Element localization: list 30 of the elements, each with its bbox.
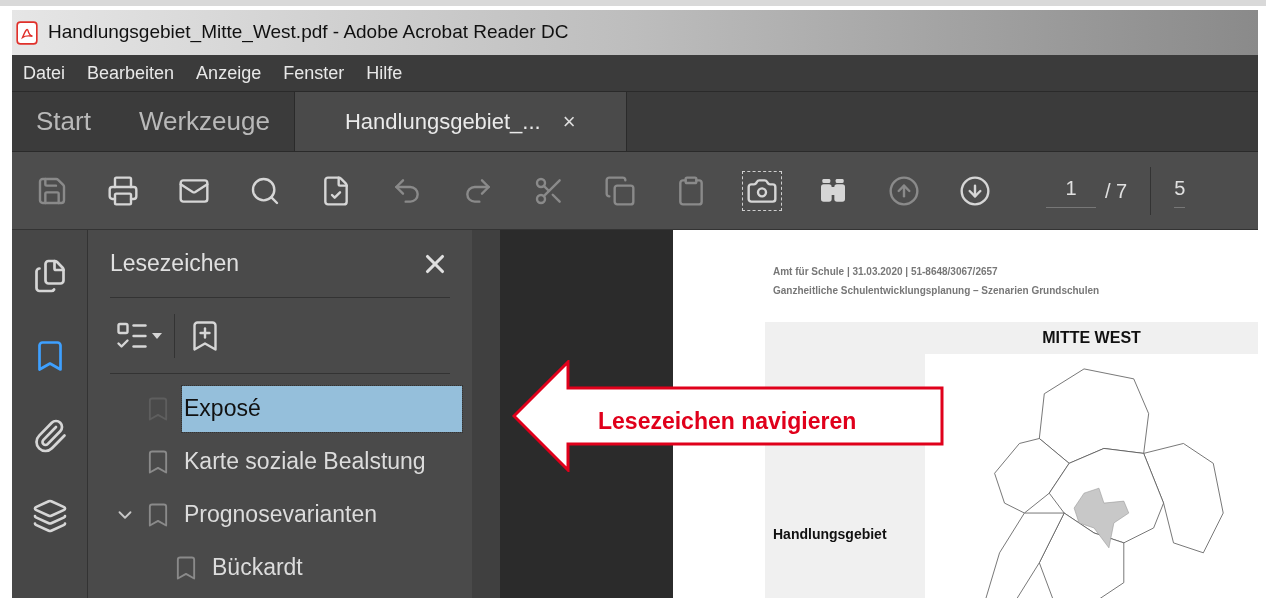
caret-icon [152, 332, 162, 339]
bookmark-item[interactable]: Exposé [182, 385, 462, 432]
table-title: MITTE WEST [1042, 328, 1141, 348]
menu-item[interactable]: Datei [23, 59, 66, 87]
menu-item[interactable]: Hilfe [366, 59, 403, 87]
document-header-text: Amt für Schule | 31.03.2020 | 51-8648/3067/2657 [773, 265, 999, 279]
menu-item[interactable]: Anzeige [196, 59, 262, 87]
menu-item[interactable]: Bearbeiten [87, 59, 175, 87]
bookmark-item[interactable]: Karte soziale Bealstung [182, 444, 428, 479]
document-header-text: Ganzheitliche Schulentwicklungsplanung – Szenarien Grundschulen [773, 284, 1101, 298]
page-count: / 7 [1105, 178, 1128, 204]
tab[interactable]: Handlungsgebiet_... × [293, 92, 627, 151]
layers-panel-button[interactable] [31, 498, 68, 534]
window-title: Handlungsgebiet_Mitte_West.pdf - Adobe Acrobat Reader DC [48, 20, 569, 45]
snapshot-tool-button[interactable] [742, 170, 782, 211]
row-label: Handlungsgebiet [773, 524, 887, 544]
copy-icon [604, 174, 636, 207]
callout-text: Lesezeichen navigieren [598, 407, 857, 436]
layers-icon [31, 498, 68, 534]
print-icon [107, 174, 139, 207]
tab[interactable]: Start [12, 92, 115, 151]
menu-item[interactable]: Fenster [283, 59, 345, 87]
pdf-app-icon [16, 20, 38, 45]
zoom-field[interactable]: 5 [1174, 173, 1186, 208]
bookmark-item[interactable]: Bückardt [210, 550, 305, 585]
tab-close-button[interactable]: × [562, 105, 576, 138]
bookmark-item[interactable]: Prognosevarianten [182, 497, 380, 532]
panel-title: Lesezeichen [110, 249, 240, 279]
tab[interactable]: Werkzeuge [114, 92, 294, 151]
page-number-field[interactable]: 1 [1046, 173, 1096, 208]
